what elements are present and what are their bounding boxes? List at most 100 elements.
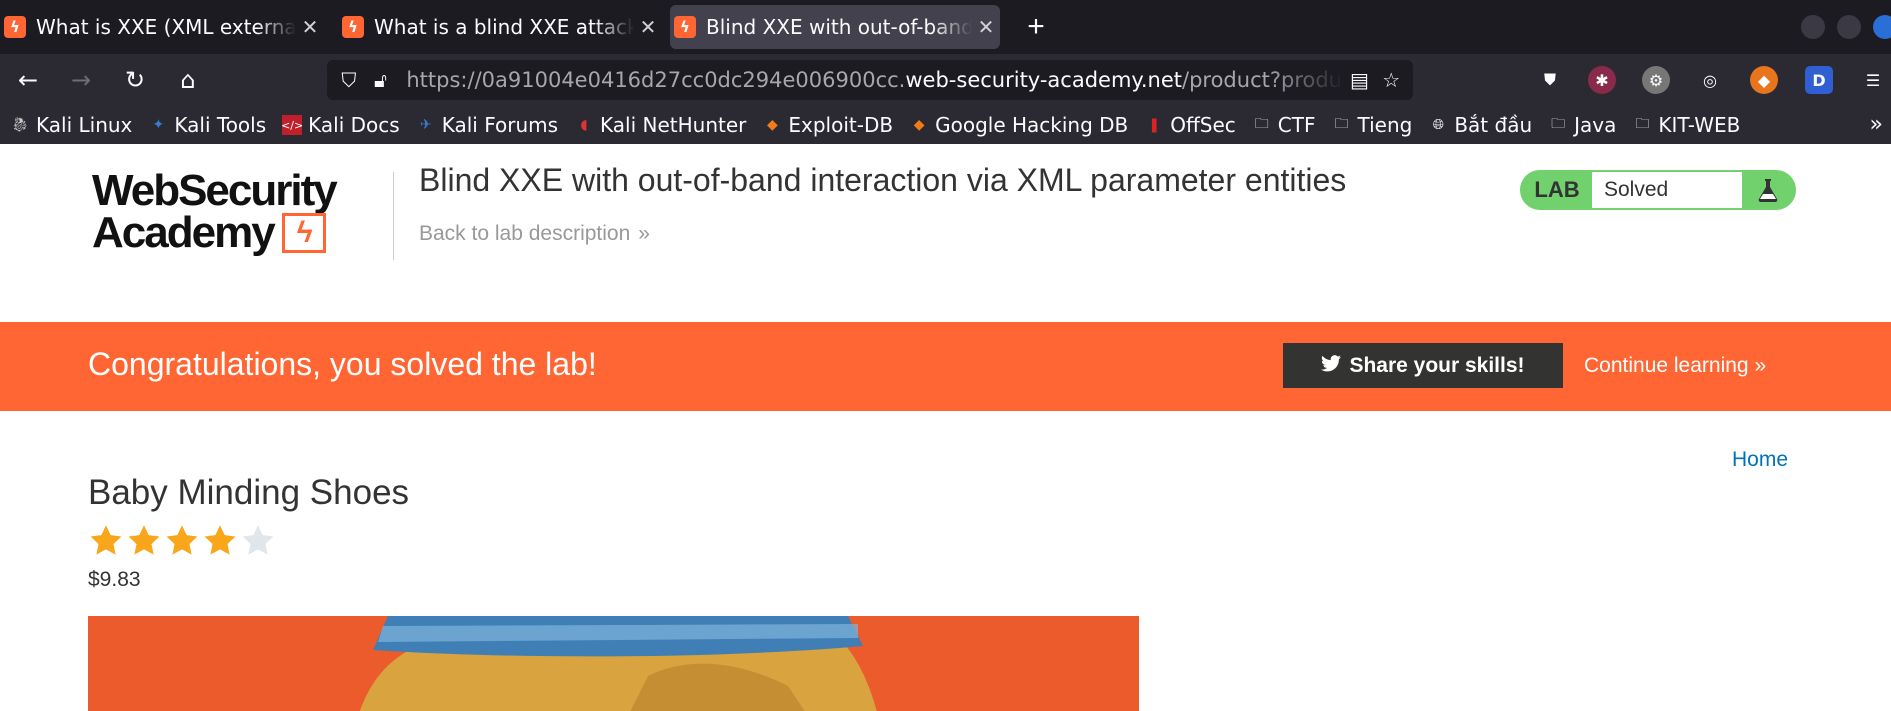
tab-title: Blind XXE with out-of-band interaction v…	[706, 15, 972, 39]
portswigger-favicon-icon: ϟ	[342, 16, 364, 38]
folder-icon: 🗀︎	[1551, 116, 1566, 132]
bookmarks-toolbar: 🐉︎ Kali Linux ✦ Kali Tools </> Kali Docs ✈ K…	[0, 106, 1891, 144]
bookmark-folder-ctf[interactable]: 🗀︎ CTF	[1252, 113, 1316, 137]
forward-arrow-icon[interactable]: →	[63, 62, 99, 98]
bookmark-google-hacking-db[interactable]: ◆ Google Hacking DB	[909, 113, 1129, 137]
menu-icon[interactable]: ☰	[1859, 66, 1887, 94]
close-window-button[interactable]	[1873, 15, 1891, 39]
maximize-button[interactable]	[1837, 15, 1861, 39]
close-icon[interactable]: ✕	[296, 15, 324, 39]
lock-warning-icon[interactable]: 🔓︎	[365, 68, 397, 92]
bookmark-label: KIT-WEB	[1658, 113, 1741, 137]
new-tab-button[interactable]: +	[1018, 8, 1054, 46]
url-host: web-security-academy.net	[905, 68, 1182, 92]
bookmark-offsec[interactable]: ❚ OffSec	[1144, 113, 1236, 137]
bookmark-folder-java[interactable]: 🗀︎ Java	[1548, 113, 1616, 137]
reader-view-icon[interactable]: ▤	[1344, 68, 1376, 92]
share-skills-button[interactable]: Share your skills!	[1283, 343, 1563, 388]
exploit-db-icon: ◆	[767, 117, 778, 133]
star-filled-icon	[88, 523, 124, 559]
shield-icon[interactable]: ⛉	[333, 68, 365, 92]
kali-dragon-icon: 🐉︎	[11, 117, 29, 133]
bookmark-kali-forums[interactable]: ✈ Kali Forums	[416, 113, 558, 137]
bookmark-label: Google Hacking DB	[935, 113, 1129, 137]
star-filled-icon	[126, 523, 162, 559]
kali-forums-icon: ✈	[419, 117, 432, 133]
web-security-academy-logo[interactable]: WebSecurity Academy ϟ	[92, 166, 392, 266]
share-button-label: Share your skills!	[1349, 353, 1525, 377]
star-filled-icon	[202, 523, 238, 559]
close-icon[interactable]: ✕	[634, 15, 662, 39]
tab-title: What is XXE (XML external entity) inject…	[36, 15, 296, 39]
extension-d-icon[interactable]: D	[1805, 66, 1833, 94]
back-link-label: Back to lab description	[419, 222, 631, 245]
product-price: $9.83	[88, 568, 141, 591]
extension-gear-icon[interactable]: ⚙	[1642, 66, 1670, 94]
tab-blind-xxe[interactable]: ϟ What is a blind XXE attack? ✕	[338, 5, 662, 49]
double-chevron-right-icon: »	[1754, 354, 1767, 377]
folder-icon: 🗀︎	[1254, 116, 1269, 132]
bookmark-label: Exploit-DB	[788, 113, 894, 137]
url-path: /product?productId=1	[1182, 68, 1344, 92]
bookmark-label: OffSec	[1170, 113, 1236, 137]
bookmark-exploit-db[interactable]: ◆ Exploit-DB	[762, 113, 893, 137]
bookmark-folder-kit-web[interactable]: 🗀︎ KIT-WEB	[1632, 113, 1740, 137]
product-title: Baby Minding Shoes	[88, 473, 410, 512]
bookmark-kali-nethunter[interactable]: ◖ Kali NetHunter	[574, 113, 746, 137]
navigation-toolbar: ← → ↻ ⌂ ⛉ 🔓︎ https://0a91004e0416d27cc0d…	[0, 54, 1891, 106]
portswigger-favicon-icon: ϟ	[674, 16, 696, 38]
bookmark-bat-dau[interactable]: 🌐︎ Bắt đầu	[1428, 113, 1532, 137]
home-link[interactable]: Home	[1732, 448, 1788, 472]
lab-status-badge: LAB Solved	[1520, 170, 1796, 210]
folder-icon: 🗀︎	[1635, 116, 1650, 132]
bookmark-kali-docs[interactable]: </> Kali Docs	[281, 113, 400, 137]
twitter-icon	[1321, 354, 1342, 377]
bookmark-label: Kali Linux	[36, 113, 133, 137]
chevron-right-more-icon[interactable]: »	[1870, 106, 1883, 144]
lab-title: Blind XXE with out-of-band interaction v…	[419, 162, 1347, 198]
logo-line-2: Academy	[92, 208, 276, 257]
bookmark-label: Java	[1574, 113, 1617, 137]
star-filled-icon	[164, 523, 200, 559]
bookmark-folder-tieng[interactable]: 🗀︎ Tieng	[1331, 113, 1412, 137]
tab-xxe-injection[interactable]: ϟ What is XXE (XML external entity) inje…	[0, 5, 324, 49]
close-icon[interactable]: ✕	[972, 15, 1000, 39]
kali-docs-icon: </>	[281, 115, 303, 135]
pocket-icon[interactable]: ⛊	[1536, 66, 1564, 94]
star-rating	[88, 523, 278, 559]
bookmark-label: Bắt đầu	[1454, 113, 1533, 137]
tab-bar: ϟ What is XXE (XML external entity) inje…	[0, 0, 1891, 54]
offsec-icon: ❚	[1148, 117, 1161, 133]
cookie-icon[interactable]: ◎	[1696, 66, 1724, 94]
portswigger-favicon-icon: ϟ	[4, 16, 26, 38]
bookmark-label: CTF	[1277, 113, 1316, 137]
minimize-button[interactable]	[1801, 15, 1825, 39]
extension-bug-icon[interactable]: ✱	[1588, 66, 1616, 94]
bookmark-label: Kali NetHunter	[600, 113, 747, 137]
lightning-bolt-icon: ϟ	[281, 213, 326, 253]
url-bar[interactable]: ⛉ 🔓︎ https://0a91004e0416d27cc0dc294e006…	[327, 60, 1413, 100]
lab-status-text: Solved	[1592, 172, 1742, 208]
bookmark-kali-tools[interactable]: ✦ Kali Tools	[148, 113, 267, 137]
extension-fox-icon[interactable]: ◆	[1750, 66, 1778, 94]
product-image	[88, 616, 1139, 711]
tab-blind-xxe-oob[interactable]: ϟ Blind XXE with out-of-band interaction…	[670, 5, 1000, 49]
star-empty-icon	[240, 523, 276, 559]
lab-label: LAB	[1534, 177, 1580, 202]
tab-title: What is a blind XXE attack?	[374, 15, 634, 39]
url-text[interactable]: https://0a91004e0416d27cc0dc294e006900cc…	[396, 68, 1343, 92]
bookmark-label: Kali Forums	[441, 113, 559, 137]
continue-learning-link[interactable]: Continue learning »	[1584, 354, 1766, 378]
bookmark-kali-linux[interactable]: 🐉︎ Kali Linux	[10, 113, 132, 137]
bookmark-label: Kali Tools	[174, 113, 267, 137]
nethunter-icon: ◖	[580, 117, 588, 133]
bookmark-star-icon[interactable]: ☆	[1375, 68, 1407, 92]
back-to-lab-description-link[interactable]: Back to lab description »	[419, 222, 650, 246]
kali-tools-icon: ✦	[152, 117, 165, 133]
bookmark-label: Kali Docs	[308, 113, 400, 137]
home-icon[interactable]: ⌂	[170, 62, 206, 98]
back-arrow-icon[interactable]: ←	[10, 62, 46, 98]
reload-icon[interactable]: ↻	[117, 62, 153, 98]
logo-line-1: WebSecurity	[92, 166, 338, 215]
ghdb-icon: ◆	[913, 117, 925, 133]
